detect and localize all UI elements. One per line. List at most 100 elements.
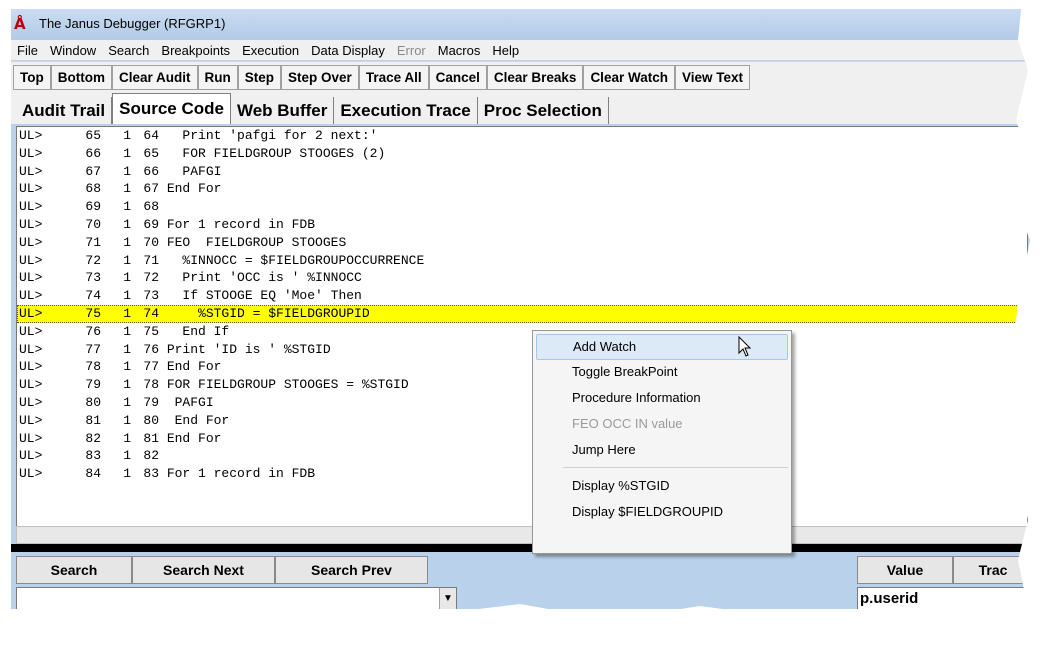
code-line[interactable]: UL> 70 1 69 For 1 record in FDB	[17, 216, 1027, 234]
code-text: PAFGI	[166, 163, 222, 179]
search-button[interactable]: Search	[16, 556, 132, 584]
menu-breakpoints[interactable]: Breakpoints	[155, 43, 236, 58]
code-line[interactable]: UL> 71 1 70 FEO FIELDGROUP STOOGES	[17, 234, 1027, 252]
value-button[interactable]: Value	[857, 556, 953, 584]
menu-display-fieldgroupid[interactable]: Display $FIELDGROUPID	[536, 500, 788, 524]
menu-procedure-information[interactable]: Procedure Information	[536, 386, 788, 410]
code-line[interactable]: UL> 73 1 72 Print 'OCC is ' %INNOCC	[17, 269, 1027, 287]
menu-toggle-breakpoint[interactable]: Toggle BreakPoint	[536, 360, 788, 384]
line-number: 75	[85, 305, 101, 321]
code-text: %INNOCC = $FIELDGROUPOCCURRENCE	[166, 252, 425, 268]
code-line[interactable]: UL> 83 1 82	[17, 447, 1027, 465]
code-line[interactable]: UL> 67 1 66 PAFGI	[17, 163, 1027, 181]
menu-window[interactable]: Window	[44, 43, 102, 58]
source-line-number: 68	[143, 199, 159, 215]
tab-source-code[interactable]: Source Code	[112, 93, 231, 124]
tab-bar: Audit Trail Source Code Web Buffer Execu…	[11, 93, 1031, 124]
menu-execution[interactable]: Execution	[236, 43, 305, 58]
code-line[interactable]: UL> 81 1 80 End For	[17, 412, 1027, 430]
search-next-button[interactable]: Search Next	[132, 556, 275, 584]
nesting-level: 1	[123, 323, 131, 339]
code-line[interactable]: UL> 68 1 67 End For	[17, 180, 1027, 198]
nesting-level: 1	[123, 377, 131, 393]
search-prev-button[interactable]: Search Prev	[275, 556, 428, 584]
code-line[interactable]: UL> 69 1 68	[17, 198, 1027, 216]
code-line[interactable]: UL> 80 1 79 PAFGI	[17, 394, 1027, 412]
nesting-level: 1	[123, 270, 131, 286]
menu-macros[interactable]: Macros	[432, 43, 487, 58]
code-line[interactable]: UL> 74 1 73 If STOOGE EQ 'Moe' Then	[17, 287, 1027, 305]
horizontal-scrollbar[interactable]	[16, 526, 1028, 544]
code-line[interactable]: UL> 82 1 81 End For	[17, 430, 1027, 448]
source-line-number: 67	[143, 181, 159, 197]
cancel-button[interactable]: Cancel	[428, 65, 487, 90]
menu-data-display[interactable]: Data Display	[305, 43, 391, 58]
nesting-level: 1	[123, 394, 131, 410]
tab-execution-trace[interactable]: Execution Trace	[334, 97, 478, 124]
line-prefix: UL>	[19, 394, 43, 410]
clear-watch-button[interactable]: Clear Watch	[583, 65, 675, 90]
menu-error[interactable]: Error	[391, 43, 432, 58]
code-line[interactable]: UL> 84 1 83 For 1 record in FDB	[17, 465, 1027, 483]
code-line[interactable]: UL> 79 1 78 FOR FIELDGROUP STOOGES = %STGID	[17, 376, 1027, 394]
step-button[interactable]: Step	[237, 65, 282, 90]
code-line[interactable]: UL> 65 1 64 Print 'pafgi for 2 next:'	[17, 127, 1027, 145]
bottom-button[interactable]: Bottom	[50, 65, 112, 90]
mouse-cursor-icon	[738, 336, 752, 357]
source-line-number: 74	[143, 305, 159, 321]
source-line-number: 83	[143, 466, 159, 482]
menu-search[interactable]: Search	[102, 43, 155, 58]
menu-jump-here[interactable]: Jump Here	[536, 438, 788, 462]
top-button[interactable]: Top	[13, 65, 51, 90]
source-line-number: 73	[143, 288, 159, 304]
run-button[interactable]: Run	[197, 65, 238, 90]
nesting-level: 1	[123, 181, 131, 197]
menu-display-stgid[interactable]: Display %STGID	[536, 474, 788, 498]
nesting-level: 1	[123, 305, 131, 321]
panel-splitter[interactable]	[11, 544, 1031, 552]
tab-web-buffer[interactable]: Web Buffer	[231, 97, 335, 124]
menu-feo-occ-in-value[interactable]: FEO OCC IN value	[536, 412, 788, 436]
source-line-number: 82	[143, 448, 159, 464]
code-text: PAFGI	[166, 394, 214, 410]
line-prefix: UL>	[19, 181, 43, 197]
tab-audit-trail[interactable]: Audit Trail	[16, 97, 113, 124]
code-line[interactable]: UL> 77 1 76 Print 'ID is ' %STGID	[17, 341, 1027, 359]
nesting-level: 1	[123, 466, 131, 482]
line-number: 83	[85, 448, 101, 464]
menu-help[interactable]: Help	[486, 43, 525, 58]
current-code-line[interactable]: UL> 75 1 74 %STGID = $FIELDGROUPID	[17, 304, 1027, 323]
view-text-button[interactable]: View Text	[674, 65, 750, 90]
tab-proc-selection[interactable]: Proc Selection	[478, 97, 609, 124]
line-prefix: UL>	[19, 288, 43, 304]
source-line-number: 78	[143, 377, 159, 393]
clear-breaks-button[interactable]: Clear Breaks	[486, 65, 584, 90]
line-number: 79	[85, 377, 101, 393]
code-text: End For	[166, 430, 222, 446]
code-line[interactable]: UL> 66 1 65 FOR FIELDGROUP STOOGES (2)	[17, 145, 1027, 163]
code-line[interactable]: UL> 78 1 77 End For	[17, 358, 1027, 376]
code-text: End If	[166, 323, 230, 339]
code-text: End For	[166, 412, 230, 428]
code-text: FOR FIELDGROUP STOOGES (2)	[166, 145, 386, 161]
line-number: 69	[85, 199, 101, 215]
source-code-listing[interactable]: UL> 65 1 64 Print 'pafgi for 2 next:' UL> 66 1…	[16, 126, 1028, 527]
nesting-level: 1	[123, 199, 131, 215]
line-prefix: UL>	[19, 323, 43, 339]
line-number: 78	[85, 359, 101, 375]
source-line-number: 71	[143, 252, 159, 268]
line-number: 68	[85, 181, 101, 197]
source-line-number: 77	[143, 359, 159, 375]
line-prefix: UL>	[19, 377, 43, 393]
nesting-level: 1	[123, 341, 131, 357]
code-line[interactable]: UL> 76 1 75 End If	[17, 323, 1027, 341]
line-number: 74	[85, 288, 101, 304]
step-over-button[interactable]: Step Over	[281, 65, 359, 90]
line-number: 82	[85, 430, 101, 446]
window-title: The Janus Debugger (RFGRP1)	[39, 16, 226, 31]
line-prefix: UL>	[19, 145, 43, 161]
clear-audit-button[interactable]: Clear Audit	[112, 65, 198, 90]
trace-all-button[interactable]: Trace All	[358, 65, 429, 90]
menu-file[interactable]: File	[11, 43, 44, 58]
code-line[interactable]: UL> 72 1 71 %INNOCC = $FIELDGROUPOCCURRENCE	[17, 252, 1027, 270]
